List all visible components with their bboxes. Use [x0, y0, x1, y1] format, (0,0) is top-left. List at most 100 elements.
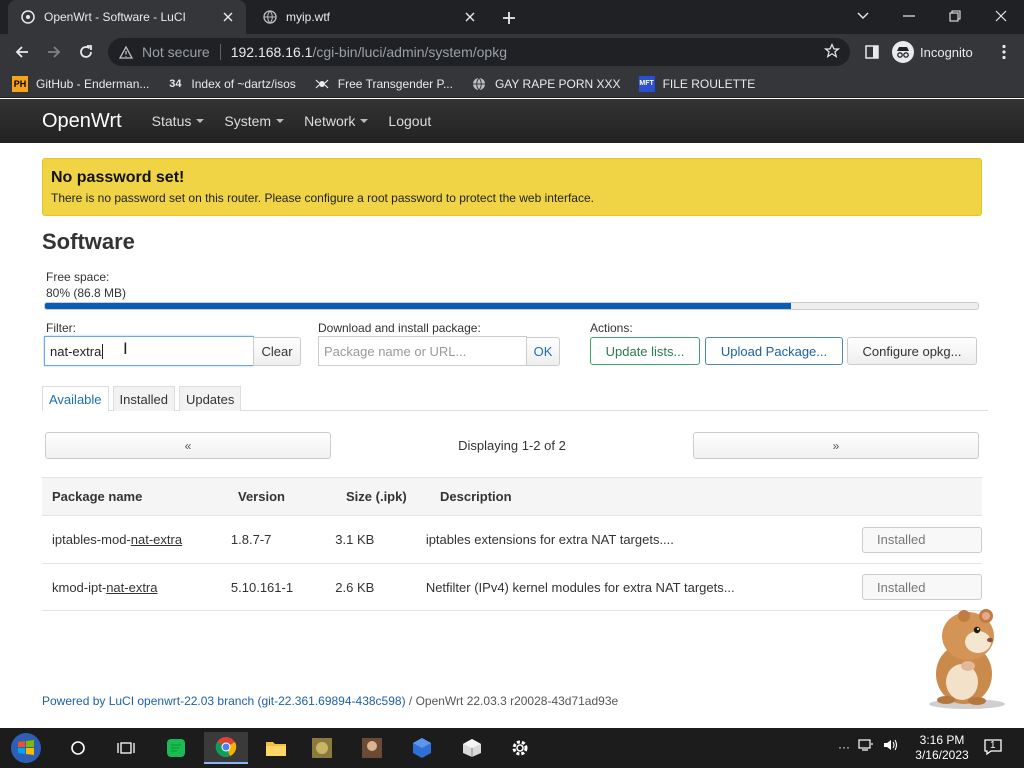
close-tab-icon[interactable] — [460, 7, 480, 27]
package-name-match: nat-extra — [106, 579, 158, 595]
search-icon[interactable] — [56, 732, 100, 764]
menu-icon[interactable] — [992, 40, 1016, 64]
table-row: iptables-mod-nat-extra 1.8.7-7 3.1 KB ip… — [42, 515, 982, 563]
34-icon: 34 — [169, 77, 182, 90]
installed-button[interactable]: Installed — [862, 574, 982, 600]
forward-icon[interactable] — [42, 40, 66, 64]
settings-gear-icon[interactable] — [498, 732, 542, 764]
clock-date: 3/16/2023 — [915, 748, 969, 762]
nav-label: Status — [151, 113, 192, 129]
installed-button[interactable]: Installed — [862, 526, 982, 553]
nav-status[interactable]: Status — [152, 113, 205, 129]
caret-down-icon — [360, 119, 369, 123]
filter-input[interactable]: nat-extra I — [44, 336, 254, 366]
overflow-dots-icon[interactable]: ··· — [838, 740, 850, 754]
incognito-indicator[interactable]: Incognito — [892, 40, 973, 64]
warning-icon[interactable] — [118, 44, 134, 60]
package-description[interactable]: Netfilter (IPv4) kernel modules for extr… — [418, 580, 802, 595]
browser-tab-strip: OpenWrt - Software - LuCI myip.wtf — [0, 0, 1024, 34]
column-header: Description — [440, 489, 512, 504]
nav-label: Network — [304, 113, 356, 129]
package-description[interactable]: iptables extensions for extra NAT target… — [418, 532, 802, 547]
luci-version-link[interactable]: Powered by LuCI openwrt-22.03 branch (gi… — [42, 694, 406, 708]
free-space-value: 80% (86.8 MB) — [46, 286, 127, 300]
package-name[interactable]: iptables-mod-nat-extra — [42, 532, 221, 547]
volume-icon[interactable] — [882, 738, 898, 755]
file-explorer-icon[interactable] — [254, 732, 298, 764]
filter-value: nat-extra — [50, 343, 102, 359]
configure-opkg-button[interactable]: Configure opkg... — [847, 337, 977, 365]
blocks-app-icon[interactable] — [400, 732, 444, 764]
taskbar-clock[interactable]: 3:16 PM 3/16/2023 — [910, 733, 974, 763]
close-window-icon[interactable] — [978, 2, 1024, 30]
task-view-icon[interactable] — [104, 732, 148, 764]
bookmark-star-icon[interactable] — [823, 43, 841, 62]
alert-text: There is no password set on this router.… — [51, 191, 594, 205]
package-url-input[interactable]: Package name or URL... — [318, 336, 527, 366]
media-app-icon[interactable] — [350, 732, 394, 764]
package-name-prefix: kmod-ipt- — [52, 579, 107, 595]
tab-installed[interactable]: Installed — [112, 386, 175, 411]
package-name[interactable]: kmod-ipt-nat-extra — [42, 580, 221, 595]
download-label: Download and install package: — [318, 321, 481, 335]
bookmark-dartz[interactable]: 34 Index of ~dartz/isos — [167, 76, 296, 92]
nav-network[interactable]: Network — [304, 113, 369, 129]
caret-down-icon — [196, 119, 205, 123]
security-status: Not secure — [142, 44, 210, 60]
spotify-like-app-icon[interactable] — [154, 732, 198, 764]
nav-system[interactable]: System — [224, 113, 285, 129]
address-bar[interactable]: Not secure 192.168.16.1 /cgi-bin/luci/ad… — [108, 38, 850, 66]
brand-logo[interactable]: OpenWrt — [42, 110, 122, 133]
virtualbox-icon[interactable] — [450, 732, 494, 764]
chrome-icon[interactable] — [204, 732, 248, 764]
package-size: 2.6 KB — [335, 579, 375, 595]
tab-available[interactable]: Available — [42, 386, 109, 411]
upload-package-button[interactable]: Upload Package... — [705, 337, 843, 365]
filter-label: Filter: — [46, 321, 76, 335]
tab-myip[interactable]: myip.wtf — [250, 0, 488, 34]
ok-button[interactable]: OK — [526, 337, 560, 366]
back-icon[interactable] — [10, 40, 34, 64]
bookmarks-bar: PH GitHub - Enderman... 34 Index of ~dar… — [0, 70, 1024, 98]
system-tray: ··· — [838, 738, 906, 755]
pager-prev-button[interactable]: « — [45, 432, 331, 459]
bookmark-globe[interactable]: GAY RAPE PORN XXX — [471, 76, 621, 92]
game-app-icon[interactable] — [300, 732, 344, 764]
tab-openwrt[interactable]: OpenWrt - Software - LuCI — [8, 0, 246, 34]
free-space-progress — [44, 302, 979, 310]
bookmark-label: Free Transgender P... — [337, 76, 453, 91]
bookmark-label: GitHub - Enderman... — [36, 76, 150, 91]
url-host: 192.168.16.1 — [230, 44, 313, 60]
pager-next-button[interactable]: » — [693, 432, 979, 459]
url-path: /cgi-bin/luci/admin/system/opkg — [312, 44, 507, 60]
new-tab-icon[interactable] — [498, 7, 520, 29]
update-lists-button[interactable]: Update lists... — [590, 337, 700, 365]
nav-logout[interactable]: Logout — [388, 113, 431, 129]
reload-icon[interactable] — [74, 40, 98, 64]
mft-icon: MFT — [638, 75, 655, 92]
close-tab-icon[interactable] — [218, 7, 238, 27]
network-icon[interactable] — [858, 738, 874, 755]
bookmark-file-roulette[interactable]: MFT FILE ROULETTE — [638, 75, 755, 92]
restore-icon[interactable] — [932, 2, 978, 30]
table-header: Package name Version Size (.ipk) Descrip… — [42, 477, 982, 515]
divider — [219, 44, 221, 60]
windows-start-icon[interactable] — [4, 732, 48, 764]
bookmark-github[interactable]: PH GitHub - Enderman... — [12, 75, 150, 92]
notification-count: 1 — [990, 740, 996, 751]
globe-icon — [471, 76, 487, 92]
incognito-icon — [892, 41, 914, 63]
side-panel-icon[interactable] — [860, 40, 884, 64]
package-size: 3.1 KB — [335, 532, 375, 547]
clear-button[interactable]: Clear — [253, 337, 301, 366]
bookmark-free[interactable]: Free Transgender P... — [314, 76, 453, 92]
tab-search-icon[interactable] — [840, 2, 886, 30]
minimize-icon[interactable] — [886, 2, 932, 30]
bookmark-label: Index of ~dartz/isos — [191, 76, 296, 91]
status-cell: Installed — [802, 574, 982, 600]
notification-icon[interactable]: 1 — [984, 738, 1002, 756]
tab-updates[interactable]: Updates — [178, 386, 242, 411]
package-version: 5.10.161-1 — [230, 579, 294, 595]
footer: Powered by LuCI openwrt-22.03 branch (gi… — [42, 694, 618, 708]
ph-icon: PH — [12, 75, 28, 92]
